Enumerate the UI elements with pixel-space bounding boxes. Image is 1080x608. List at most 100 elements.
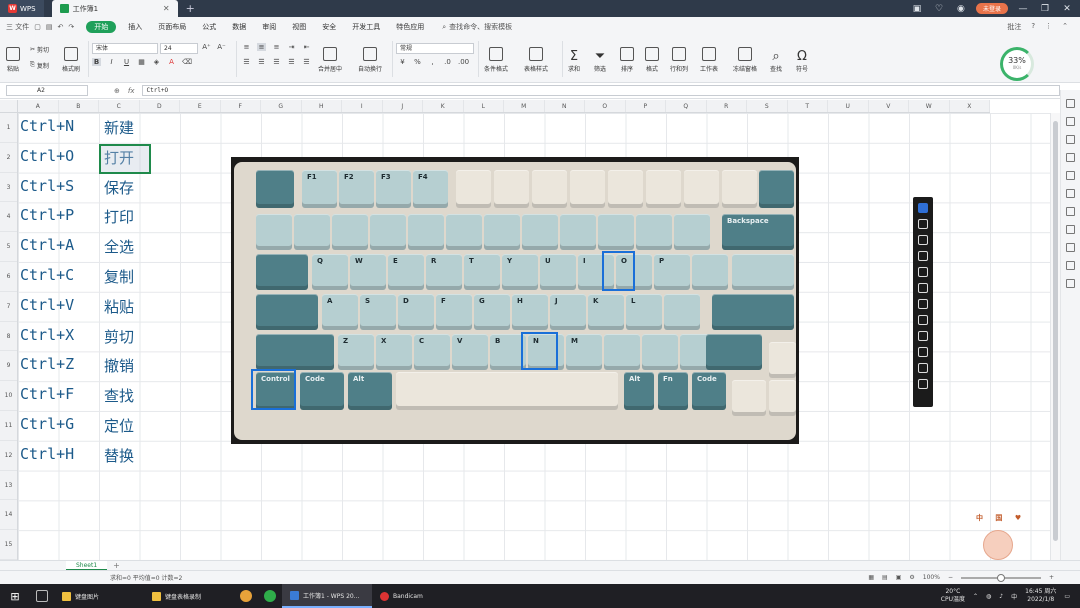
column-header-v[interactable]: V (869, 100, 909, 112)
close-window-icon[interactable]: ✕ (1060, 4, 1074, 14)
cell-shortcut-action[interactable]: 撤销 (104, 355, 134, 376)
underline-icon[interactable]: U (122, 58, 131, 66)
login-button[interactable]: 未登录 (975, 3, 1008, 14)
cell-shortcut-key[interactable]: Ctrl+F (20, 385, 74, 403)
cell-shortcut-action[interactable]: 新建 (104, 117, 134, 138)
formula-input[interactable]: Ctrl+O (142, 85, 1060, 96)
cell-shortcut-key[interactable]: Ctrl+A (20, 236, 74, 254)
ime-icon[interactable]: 中 (1011, 592, 1017, 601)
grow-font-icon[interactable]: A⁺ (202, 43, 211, 51)
filter-button[interactable]: ⏷ 筛选 (594, 43, 606, 73)
side-tool-6-icon[interactable] (1066, 189, 1075, 198)
tab-9[interactable]: 特色应用 (388, 17, 432, 37)
row-header-14[interactable]: 14 (0, 500, 17, 531)
align-center-icon[interactable]: ☰ (257, 58, 266, 66)
side-tool-4-icon[interactable] (1066, 153, 1075, 162)
font-color-icon[interactable]: A (167, 58, 176, 66)
cell-shortcut-key[interactable]: Ctrl+C (20, 266, 74, 284)
taskbar-app-3[interactable]: Bandicam (372, 584, 462, 608)
border-icon[interactable]: ▦ (137, 58, 146, 66)
page-layout-icon[interactable]: ▤ (882, 574, 888, 581)
column-header-q[interactable]: Q (666, 100, 707, 112)
stamp-icon[interactable] (918, 299, 928, 309)
format-painter-button[interactable]: 格式刷 (62, 43, 80, 73)
wrap-text-button[interactable]: 自动换行 (358, 43, 382, 73)
file-menu[interactable]: 三 文件 (6, 22, 29, 32)
sum-button[interactable]: Σ 求和 (568, 43, 580, 73)
side-tool-7-icon[interactable] (1066, 207, 1075, 216)
number-format-select[interactable]: 常规 (396, 43, 474, 54)
document-tab[interactable]: 工作簿1 ✕ (51, 0, 178, 17)
more-icon[interactable]: ⋮ (1045, 22, 1052, 32)
column-header-d[interactable]: D (140, 100, 180, 112)
merge-center-button[interactable]: 合并居中 (318, 43, 342, 73)
minimize-icon[interactable]: — (1016, 4, 1030, 14)
column-header-s[interactable]: S (747, 100, 788, 112)
volume-icon[interactable]: ♪ (999, 593, 1003, 600)
format-button[interactable]: 格式 (645, 43, 659, 73)
distribute-icon[interactable]: ☰ (302, 58, 311, 66)
cell-shortcut-key[interactable]: Ctrl+P (20, 206, 74, 224)
wps-home-button[interactable]: W WPS (0, 0, 44, 17)
copy-button[interactable]: ⎘ 复制 (30, 59, 49, 71)
select-all-corner[interactable] (0, 100, 18, 113)
column-header-b[interactable]: B (59, 100, 99, 112)
column-header-w[interactable]: W (909, 100, 950, 112)
column-header-u[interactable]: U (828, 100, 869, 112)
cell-shortcut-key[interactable]: Ctrl+S (20, 177, 74, 195)
tab-3[interactable]: 公式 (194, 17, 224, 37)
side-tool-9-icon[interactable] (1066, 243, 1075, 252)
cell-shortcut-action[interactable]: 查找 (104, 385, 134, 406)
highlighter-icon[interactable] (918, 235, 928, 245)
side-tool-11-icon[interactable] (1066, 279, 1075, 288)
row-header-2[interactable]: 2 (0, 143, 17, 173)
cell-shortcut-action[interactable]: 保存 (104, 177, 134, 198)
undo-icon[interactable]: ↶ (57, 23, 63, 31)
side-tool-8-icon[interactable] (1066, 225, 1075, 234)
cut-button[interactable]: ✂ 剪切 (30, 43, 49, 55)
clear-icon[interactable] (918, 347, 928, 357)
zoom-out-icon[interactable]: − (948, 574, 953, 581)
sheet-tab-sheet1[interactable]: Sheet1 (66, 560, 108, 571)
row-header-1[interactable]: 1 (0, 113, 17, 143)
taskbar-app-1[interactable]: 键盘表格录制 (144, 584, 234, 608)
save-icon[interactable]: ▢ (34, 23, 41, 31)
currency-icon[interactable]: ¥ (398, 58, 407, 66)
align-bottom-icon[interactable]: ≡ (272, 43, 281, 51)
align-left-icon[interactable]: ☰ (242, 58, 251, 66)
side-tool-1-icon[interactable] (1066, 99, 1075, 108)
fx-icon[interactable]: fx (128, 87, 135, 95)
add-sheet-button[interactable]: + (113, 561, 120, 570)
color-icon[interactable] (918, 363, 928, 373)
page-break-icon[interactable]: ▣ (896, 574, 902, 581)
row-header-6[interactable]: 6 (0, 262, 17, 292)
layout-icon[interactable]: ▣ (910, 4, 924, 14)
sort-button[interactable]: 排序 (620, 43, 634, 73)
cell-shortcut-action[interactable]: 打印 (104, 206, 134, 227)
row-header-3[interactable]: 3 (0, 173, 17, 203)
column-header-g[interactable]: G (261, 100, 302, 112)
column-header-h[interactable]: H (302, 100, 342, 112)
tab-4[interactable]: 数据 (224, 17, 254, 37)
font-name-select[interactable]: 宋体 (92, 43, 158, 54)
tab-6[interactable]: 视图 (284, 17, 314, 37)
column-header-m[interactable]: M (504, 100, 545, 112)
row-header-10[interactable]: 10 (0, 381, 17, 411)
cell-shortcut-action[interactable]: 剪切 (104, 326, 134, 347)
arrow-icon[interactable] (918, 267, 928, 277)
zoom-level[interactable]: 100% (923, 574, 940, 581)
row-header-15[interactable]: 15 (0, 530, 17, 560)
worksheet-button[interactable]: 工作表 (700, 43, 718, 73)
line-icon[interactable] (918, 251, 928, 261)
close-tab-icon[interactable]: ✕ (163, 4, 170, 13)
tab-5[interactable]: 审阅 (254, 17, 284, 37)
selected-cell[interactable] (99, 144, 151, 174)
italic-icon[interactable]: I (107, 58, 116, 66)
fill-color-icon[interactable]: ◈ (152, 58, 161, 66)
align-top-icon[interactable]: ≡ (242, 43, 251, 51)
column-header-c[interactable]: C (99, 100, 140, 112)
clear-format-icon[interactable]: ⌫ (182, 58, 192, 66)
eraser-icon[interactable] (918, 331, 928, 341)
thousands-icon[interactable]: , (428, 58, 437, 66)
column-header-r[interactable]: R (707, 100, 747, 112)
